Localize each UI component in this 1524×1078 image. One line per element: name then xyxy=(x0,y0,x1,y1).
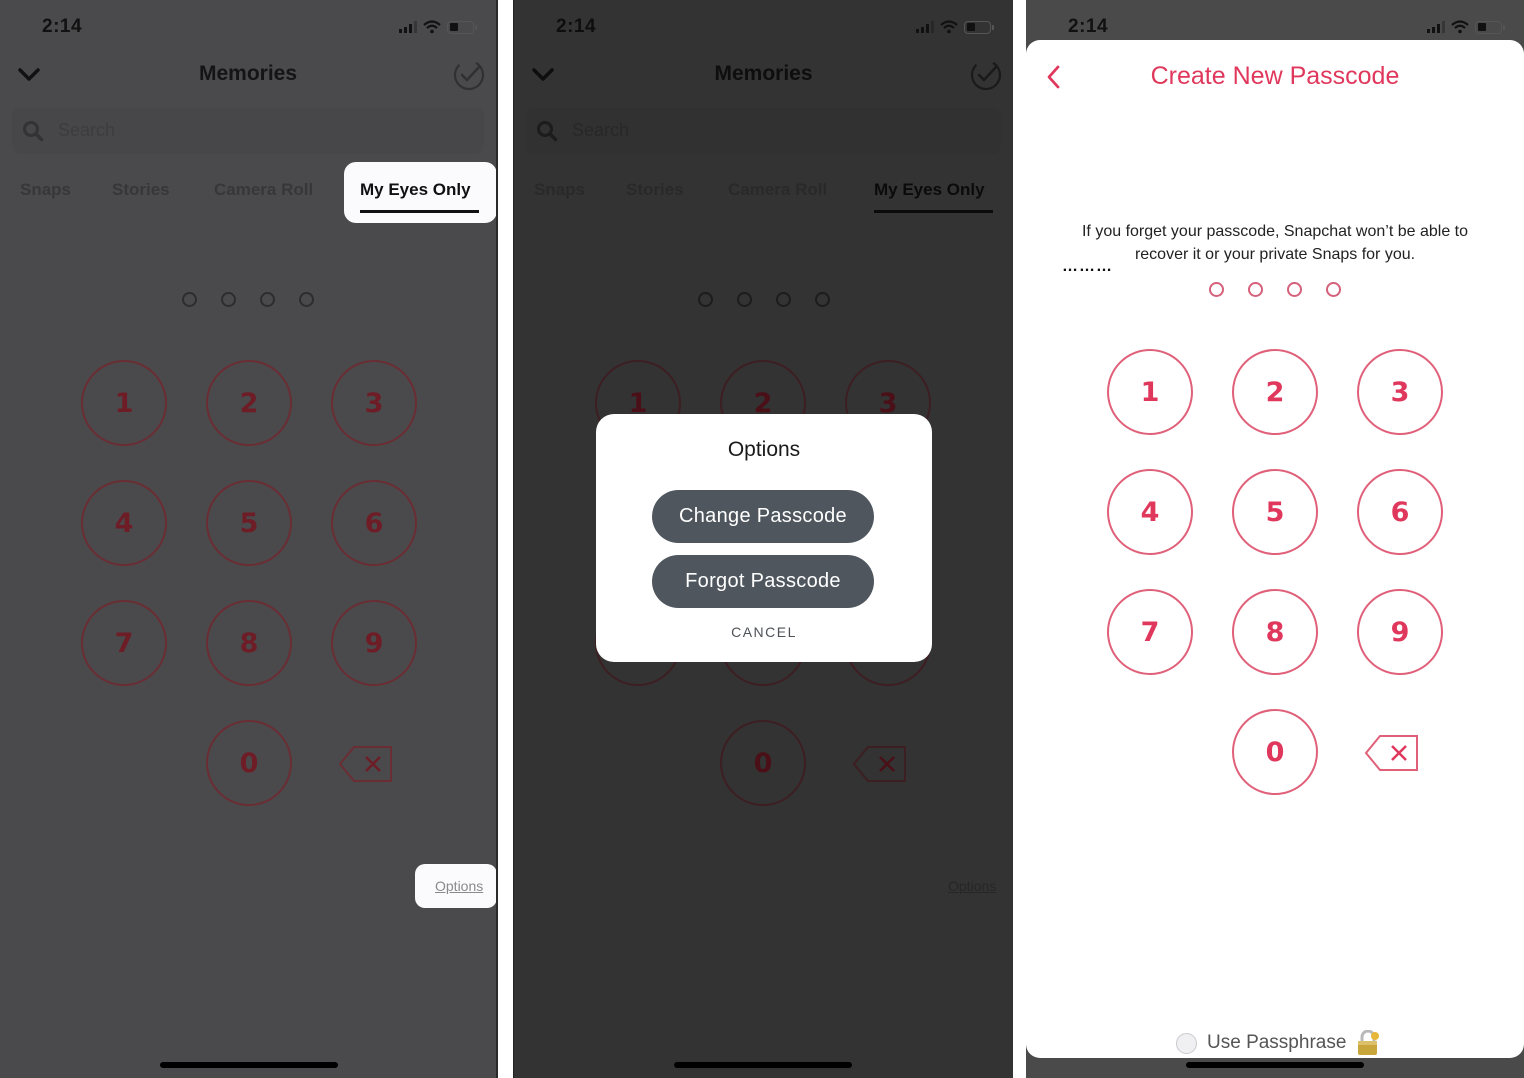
active-tab-underline xyxy=(360,210,479,213)
home-indicator[interactable] xyxy=(674,1062,852,1068)
home-indicator[interactable] xyxy=(160,1062,338,1068)
tab-stories[interactable]: Stories xyxy=(112,180,170,200)
passcode-dot xyxy=(814,292,830,307)
backspace-icon xyxy=(852,746,906,782)
search-placeholder: Search xyxy=(58,120,116,140)
key-9[interactable]: 9 xyxy=(1357,589,1443,675)
dialog-title: Options xyxy=(727,438,801,461)
passcode-dot xyxy=(775,292,791,307)
home-indicator[interactable] xyxy=(1186,1062,1364,1068)
passcode-dot xyxy=(1209,282,1224,297)
tab-camera-roll[interactable]: Camera Roll xyxy=(728,180,827,200)
passcode-warning: If you forget your passcode, Snapchat wo… xyxy=(1081,223,1469,263)
signal-icon xyxy=(399,21,417,33)
options-link[interactable]: Options xyxy=(435,878,483,894)
key-0[interactable]: 0 xyxy=(206,720,292,806)
create-passcode-sheet: Create New Passcode If you forget your p… xyxy=(1026,40,1524,1058)
select-check-icon[interactable] xyxy=(969,58,1003,92)
key-5[interactable]: 5 xyxy=(1232,469,1318,555)
active-tab-underline xyxy=(874,210,993,213)
use-passphrase-label: Use Passphrase xyxy=(1207,1032,1347,1053)
key-6[interactable]: 6 xyxy=(331,480,417,566)
leader-dots: ……… xyxy=(1062,258,1113,275)
key-0[interactable]: 0 xyxy=(1232,709,1318,795)
passcode-dots xyxy=(514,292,1013,307)
key-1[interactable]: 1 xyxy=(1107,349,1193,435)
lock-key-icon xyxy=(1358,1030,1380,1055)
tab-snaps[interactable]: Snaps xyxy=(534,180,585,200)
tab-camera-roll[interactable]: Camera Roll xyxy=(214,180,313,200)
backspace-icon[interactable] xyxy=(338,745,394,783)
page-title: Memories xyxy=(714,62,813,85)
panel-options-dialog: 2:14 Memories Search Snaps Stories Camer… xyxy=(513,0,1013,1078)
key-3[interactable]: 3 xyxy=(1357,349,1443,435)
status-time: 2:14 xyxy=(1068,16,1109,37)
backspace-icon[interactable] xyxy=(1364,734,1420,772)
key-9[interactable]: 9 xyxy=(331,600,417,686)
status-icons xyxy=(1427,20,1505,34)
key-7[interactable]: 7 xyxy=(81,600,167,686)
signal-icon xyxy=(1427,21,1445,33)
tab-my-eyes-only[interactable]: My Eyes Only xyxy=(360,180,471,200)
tab-my-eyes-only[interactable]: My Eyes Only xyxy=(874,180,985,200)
memories-header: Memories xyxy=(0,56,496,98)
key-6[interactable]: 6 xyxy=(1357,469,1443,555)
cancel-button[interactable]: CANCEL xyxy=(596,624,932,640)
passcode-dot xyxy=(260,292,275,307)
options-link: Options xyxy=(948,878,997,894)
status-time: 2:14 xyxy=(556,16,597,37)
battery-icon xyxy=(447,20,477,34)
passcode-dot xyxy=(221,292,236,307)
status-icons xyxy=(916,20,994,34)
search-input[interactable]: Search xyxy=(12,108,484,154)
key-2[interactable]: 2 xyxy=(1232,349,1318,435)
passcode-dot xyxy=(1248,282,1263,297)
tab-stories[interactable]: Stories xyxy=(626,180,684,200)
search-placeholder: Search xyxy=(572,120,630,140)
battery-icon xyxy=(1475,20,1505,34)
change-passcode-button[interactable]: Change Passcode xyxy=(652,490,874,543)
wifi-icon xyxy=(1451,20,1469,34)
key-8[interactable]: 8 xyxy=(1232,589,1318,675)
key-7[interactable]: 7 xyxy=(1107,589,1193,675)
key-2[interactable]: 2 xyxy=(206,360,292,446)
passcode-dots xyxy=(0,292,496,307)
status-time: 2:14 xyxy=(42,16,83,37)
forgot-passcode-button[interactable]: Forgot Passcode xyxy=(652,555,874,608)
page-title: Create New Passcode xyxy=(1150,62,1400,90)
passcode-dot xyxy=(299,292,314,307)
wifi-icon xyxy=(423,20,441,34)
passcode-dot xyxy=(1326,282,1341,297)
passcode-dot xyxy=(697,292,713,307)
status-icons xyxy=(399,20,477,34)
key-8[interactable]: 8 xyxy=(206,600,292,686)
search-input[interactable]: Search xyxy=(526,108,1001,154)
options-dialog: Options Change Passcode Forgot Passcode … xyxy=(596,414,932,662)
key-5[interactable]: 5 xyxy=(206,480,292,566)
select-check-icon[interactable] xyxy=(452,58,486,92)
search-icon xyxy=(537,121,558,142)
key-3[interactable]: 3 xyxy=(331,360,417,446)
use-passphrase-option[interactable]: Use Passphrase xyxy=(1176,1030,1380,1056)
key-1[interactable]: 1 xyxy=(81,360,167,446)
tab-snaps[interactable]: Snaps xyxy=(20,180,71,200)
use-passphrase-radio[interactable] xyxy=(1176,1032,1197,1054)
search-icon xyxy=(23,121,44,142)
wifi-icon xyxy=(940,20,958,34)
panel-create-passcode: 2:14 Create New Passcode If you forget y… xyxy=(1026,0,1524,1078)
passcode-dot xyxy=(736,292,752,307)
key-0: 0 xyxy=(720,720,806,806)
passcode-dot xyxy=(182,292,197,307)
memories-tabs: Snaps Stories Camera Roll My Eyes Only xyxy=(514,176,1013,216)
panel-unlock-my-eyes-only: 2:14 Memories Search Snaps Stories Camer… xyxy=(0,0,498,1078)
signal-icon xyxy=(916,21,934,33)
passcode-dots xyxy=(1026,282,1524,297)
battery-icon xyxy=(964,20,994,34)
key-4[interactable]: 4 xyxy=(81,480,167,566)
key-4[interactable]: 4 xyxy=(1107,469,1193,555)
memories-header: Memories xyxy=(514,56,1013,98)
page-title: Memories xyxy=(198,62,298,85)
memories-tabs: Snaps Stories Camera Roll My Eyes Only xyxy=(0,176,496,216)
passcode-dot xyxy=(1287,282,1302,297)
